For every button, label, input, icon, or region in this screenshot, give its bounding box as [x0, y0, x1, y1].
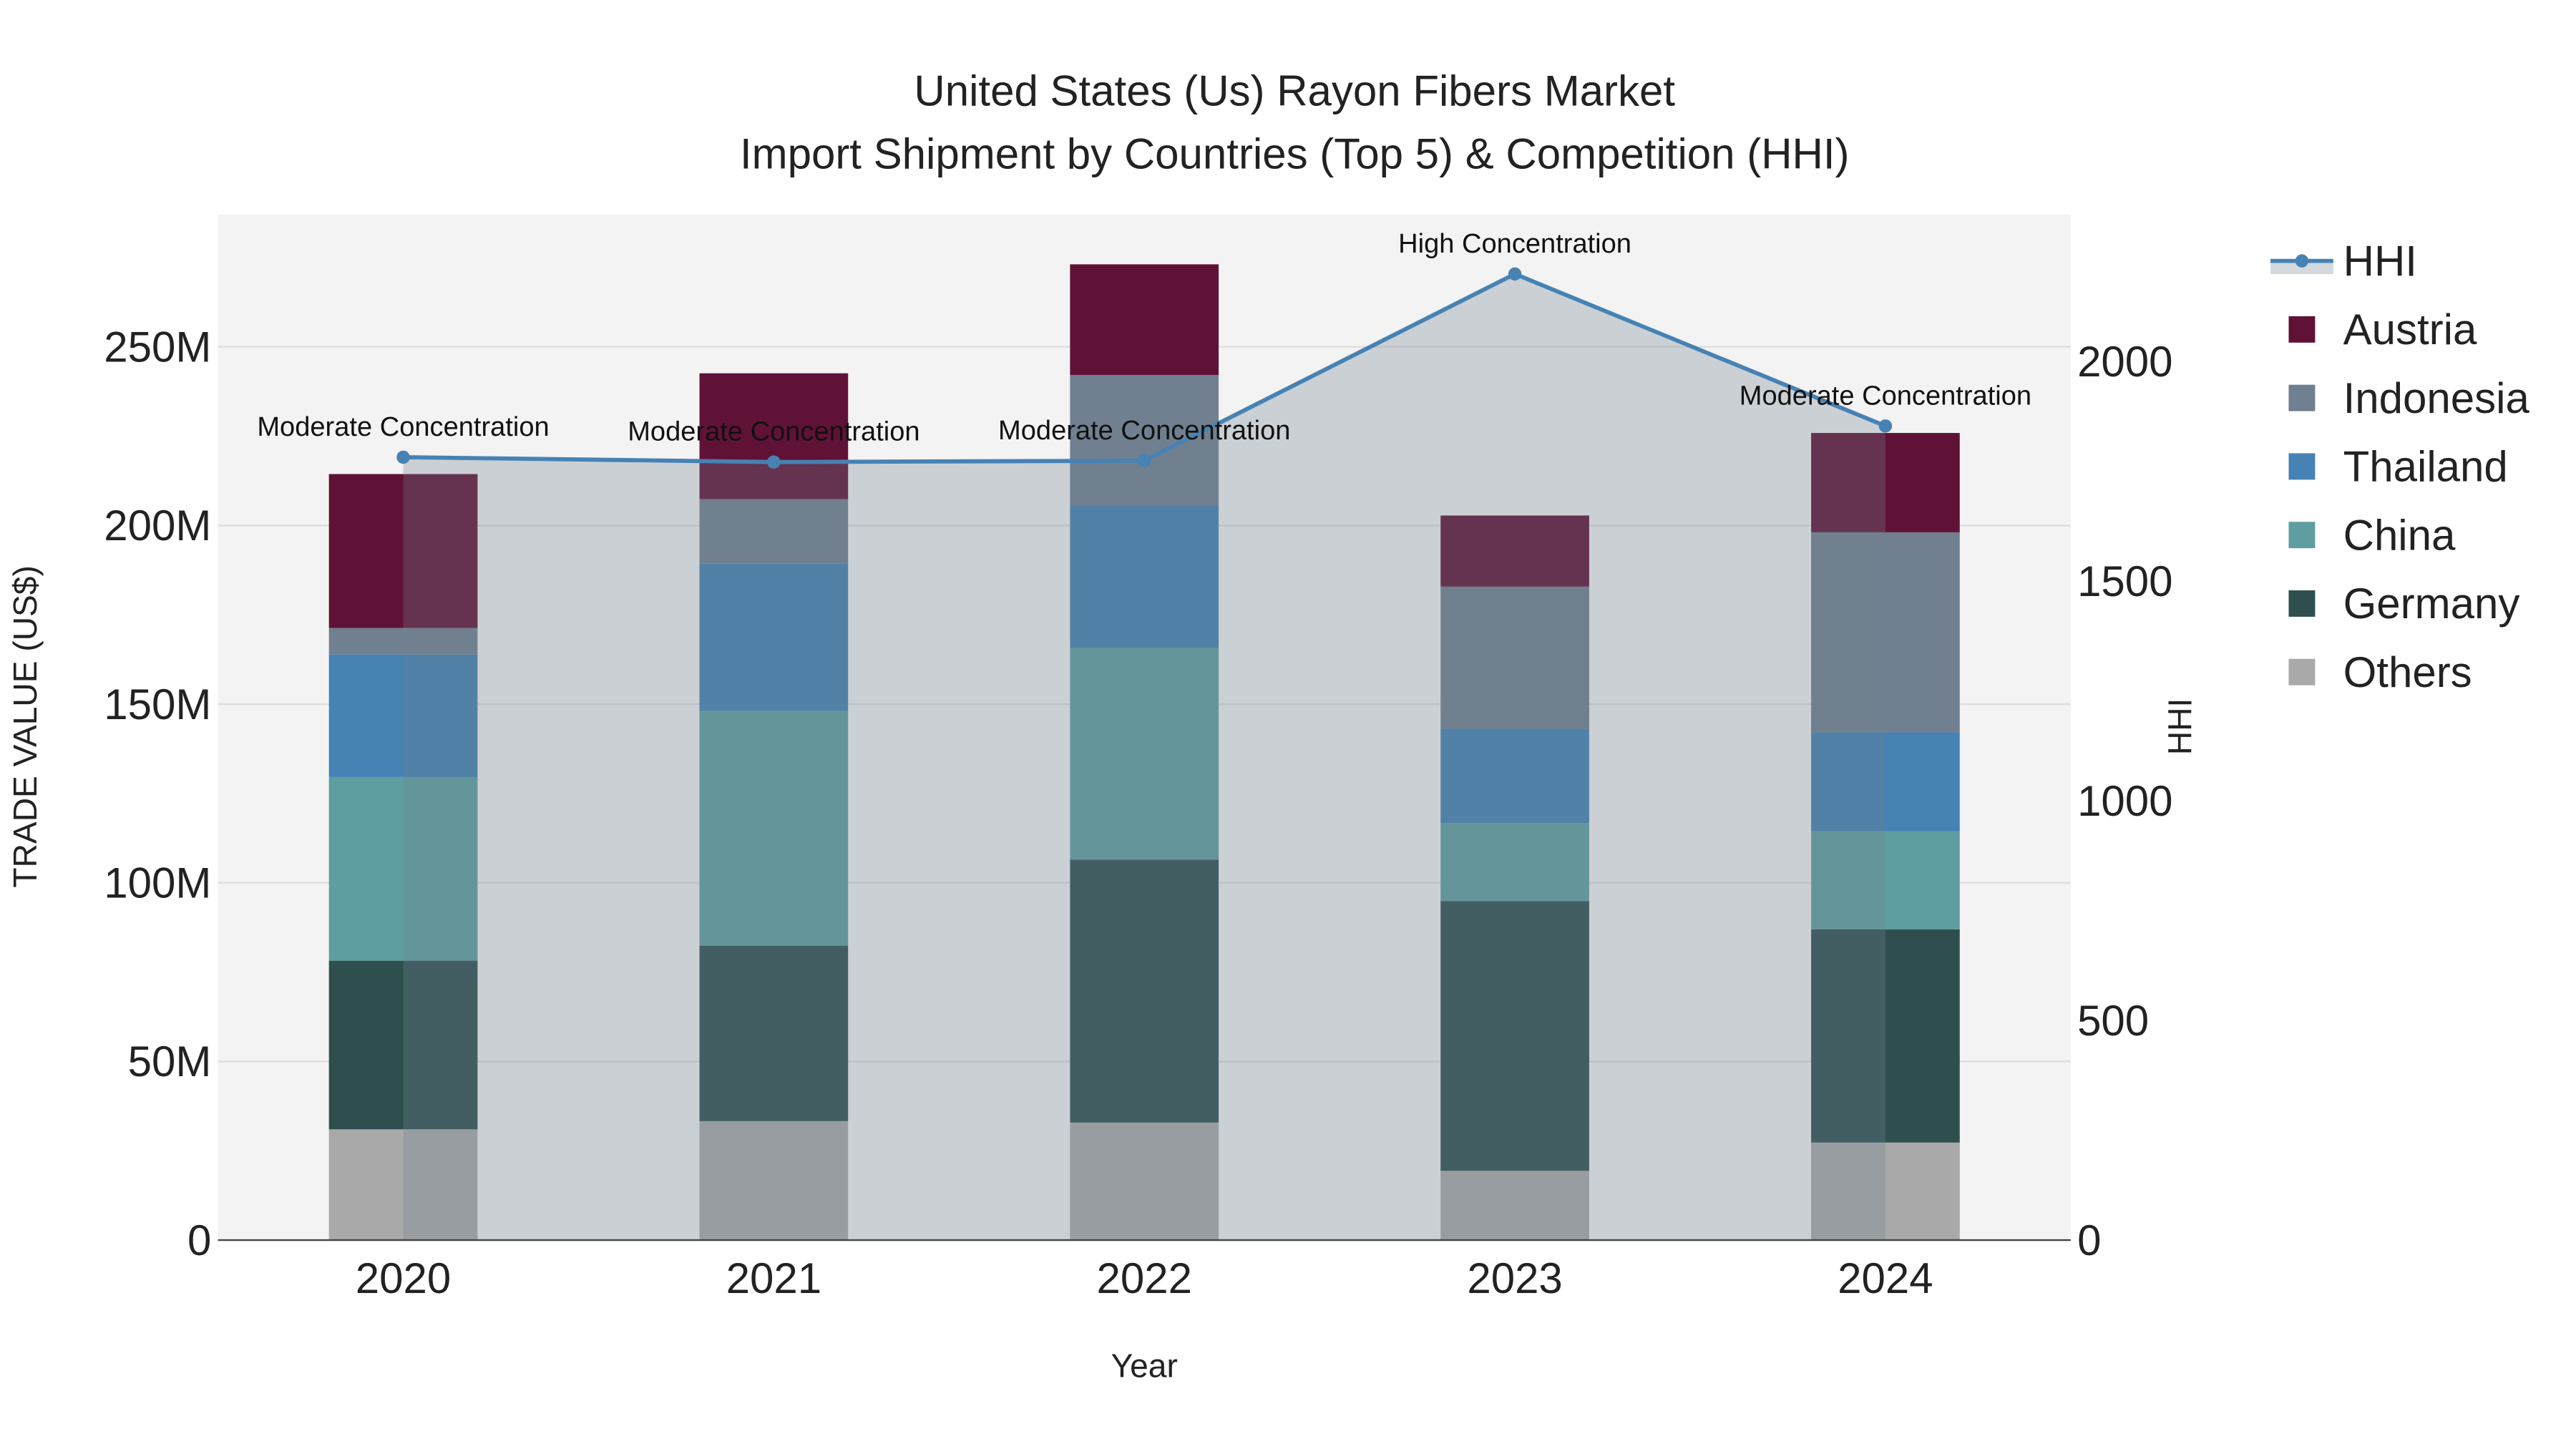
legend-swatch-indonesia — [2288, 384, 2316, 411]
x-tick-label: 2024 — [1838, 1254, 1933, 1302]
legend-label-china: China — [2343, 511, 2456, 559]
hhi-point-2024 — [1878, 419, 1893, 433]
y-tick-label: 50M — [128, 1038, 212, 1085]
bar-austria-2022 — [1070, 264, 1219, 376]
legend-label-thailand: Thailand — [2343, 443, 2508, 491]
y2-tick-label: 500 — [2077, 997, 2149, 1045]
y-tick-label: 200M — [104, 502, 211, 550]
x-tick-label: 2022 — [1096, 1254, 1191, 1302]
y-tick-label: 0 — [187, 1216, 211, 1264]
hhi-point-2023 — [1508, 267, 1522, 281]
legend-label-austria: Austria — [2343, 306, 2477, 353]
hhi-point-2020 — [396, 450, 410, 464]
legend-label-indonesia: Indonesia — [2343, 374, 2530, 422]
chart-title: United States (Us) Rayon Fibers Market — [914, 67, 1675, 115]
hhi-point-2021 — [767, 455, 781, 469]
x-tick-label: 2020 — [356, 1254, 451, 1302]
hhi-point-2022 — [1138, 454, 1151, 468]
x-axis-title: Year — [1111, 1347, 1178, 1385]
y2-axis-title: HHI — [2161, 698, 2198, 755]
hhi-annotation: Moderate Concentration — [998, 416, 1290, 446]
y2-tick-label: 0 — [2077, 1216, 2101, 1264]
legend-swatch-others — [2288, 658, 2316, 686]
legend-label-germany: Germany — [2343, 580, 2520, 628]
y2-tick-label: 1500 — [2077, 557, 2172, 605]
chart-subtitle: Import Shipment by Countries (Top 5) & C… — [740, 130, 1850, 177]
legend-label-hhi: HHI — [2343, 237, 2417, 285]
legend-swatch-germany — [2288, 590, 2316, 617]
y-tick-label: 250M — [104, 323, 211, 371]
y2-tick-label: 2000 — [2077, 338, 2172, 386]
x-tick-label: 2021 — [726, 1254, 821, 1302]
hhi-annotation: High Concentration — [1398, 229, 1631, 259]
y2-tick-label: 1000 — [2077, 777, 2172, 825]
x-tick-label: 2023 — [1467, 1254, 1562, 1302]
legend-swatch-china — [2288, 522, 2316, 549]
hhi-annotation: Moderate Concentration — [628, 417, 919, 447]
y-tick-label: 100M — [104, 859, 211, 907]
chart: Moderate Concentration Moderate Concentra… — [0, 0, 2576, 1449]
legend-swatch-austria — [2288, 316, 2316, 343]
hhi-annotation: Moderate Concentration — [1740, 381, 2031, 411]
legend-label-others: Others — [2343, 648, 2472, 696]
y-tick-label: 150M — [104, 680, 211, 728]
legend-hhi-marker — [2295, 254, 2309, 268]
hhi-annotation: Moderate Concentration — [257, 412, 549, 442]
legend-swatch-thailand — [2288, 453, 2316, 480]
y-axis-title: TRADE VALUE (US$) — [6, 565, 44, 887]
